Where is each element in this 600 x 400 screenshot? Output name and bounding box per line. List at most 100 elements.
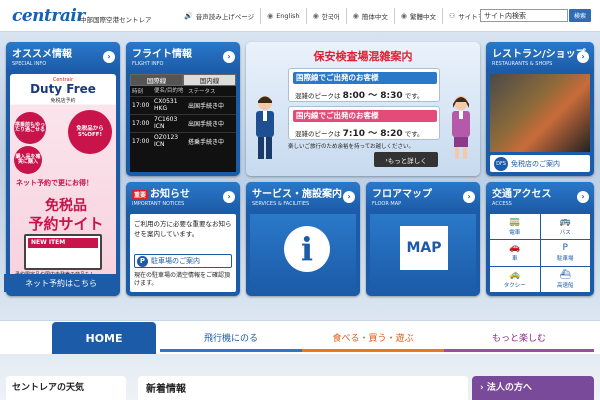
arrow-right-icon: › bbox=[103, 51, 115, 63]
panel-title: 交通アクセス bbox=[492, 189, 552, 200]
utility-links: 🔊 音声読み上げページ ◉ English ◉ 한국어 ◉ 簡体中文 ◉ 繁體中文 ⚇ サイ… bbox=[178, 6, 503, 26]
notices-panel: 重要 お知らせ IMPORTANT NOTICES › ご利用の方に必要な重要なお… bbox=[126, 182, 240, 296]
nav-fly[interactable]: 飛行機にのる bbox=[160, 326, 302, 352]
util-label: 한국어 bbox=[321, 13, 340, 21]
flight-number: 7C1603 ICN bbox=[154, 115, 178, 130]
util-korean[interactable]: ◉ 한국어 bbox=[305, 8, 346, 24]
col-time: 時刻 bbox=[132, 89, 144, 95]
panel-title: サービス・施設案内 bbox=[252, 189, 342, 200]
peak-prefix: 混雑のピークは bbox=[295, 130, 341, 138]
notices-header[interactable]: 重要 お知らせ IMPORTANT NOTICES › bbox=[126, 182, 240, 212]
df-subtitle: 免税店予約 bbox=[50, 98, 76, 104]
security-congestion-banner[interactable]: 保安検査場混雑案内 国際線でご出発のお客様 混雑のピークは 8:00 ～ 8:3… bbox=[246, 42, 480, 176]
logo-subtitle: 中部国際空港セントレア bbox=[80, 16, 152, 24]
sitemap-icon: ⚇ bbox=[448, 12, 456, 20]
flight-time: 17:00 bbox=[132, 138, 150, 145]
access-taxi[interactable]: 🚕 タクシー bbox=[490, 266, 540, 292]
floor-map-header[interactable]: フロアマップ FLOOR MAP › bbox=[366, 182, 480, 212]
util-label: 音声読み上げページ bbox=[195, 13, 255, 21]
panel-subtitle: SPECIAL INFO bbox=[12, 61, 47, 67]
panel-subtitle: SERVICES & FACILITIES bbox=[252, 201, 310, 207]
flight-table-header: 時刻 便名/目的地 ステータス bbox=[130, 86, 236, 96]
panel-subtitle: ACCESS bbox=[492, 201, 512, 207]
access-label: 車 bbox=[511, 256, 518, 263]
flight-board: 国際線 国内線 時刻 便名/目的地 ステータス 17:00 CX0531 HKG… bbox=[130, 74, 236, 172]
map-icon: MAP bbox=[400, 226, 448, 270]
df-net-text: ネット予約で更にお得！ bbox=[16, 179, 93, 187]
access-ferry[interactable]: ⛴ 高速船 bbox=[540, 266, 590, 292]
access-car[interactable]: 🚗 車 bbox=[490, 240, 540, 266]
df-big-title-1: 免税品 bbox=[45, 198, 87, 214]
panel-title: フロアマップ bbox=[372, 189, 432, 200]
arrow-right-icon: › bbox=[343, 191, 355, 203]
parking-icon: P bbox=[562, 243, 568, 254]
parking-info-button[interactable]: P 駐車場のご案内 bbox=[134, 254, 232, 268]
laptop-image: NEW ITEM bbox=[24, 234, 102, 270]
access-bus[interactable]: 🚌 バス bbox=[540, 214, 590, 240]
international-congestion: 国際線でご出発のお客様 混雑のピークは 8:00 ～ 8:30 です。 bbox=[288, 68, 440, 102]
floor-map-panel[interactable]: フロアマップ FLOOR MAP › MAP bbox=[366, 182, 480, 296]
util-english[interactable]: ◉ English bbox=[260, 8, 306, 24]
speaker-icon: 🔊 bbox=[184, 12, 193, 20]
nav-eat-shop-play[interactable]: 食べる・買う・遊ぶ bbox=[302, 326, 444, 352]
util-traditional-chinese[interactable]: ◉ 繁體中文 bbox=[393, 8, 442, 24]
duty-free-guide-button[interactable]: DFS 免税店のご案内 bbox=[490, 155, 590, 172]
flight-info-header[interactable]: フライト情報 FLIGHT INFO › bbox=[126, 42, 240, 72]
new-item-label: NEW ITEM bbox=[28, 238, 98, 248]
weather-section-title: セントレアの天気 bbox=[6, 376, 126, 400]
restaurants-header[interactable]: レストラン/ショップ RESTAURANTS & SHOPS › bbox=[486, 42, 594, 72]
util-label: 繁體中文 bbox=[409, 13, 436, 21]
duty-free-reserve-button[interactable]: ネット予約はこちら bbox=[4, 274, 118, 292]
access-train[interactable]: 🚃 電車 bbox=[490, 214, 540, 240]
panel-title: オススメ情報 bbox=[12, 49, 72, 60]
access-label: バス bbox=[559, 230, 571, 237]
table-row[interactable]: 17:00 OZ0123 ICN 搭乗手続き中 bbox=[130, 132, 236, 150]
services-icon-area[interactable]: i bbox=[250, 214, 356, 292]
panel-title: レストラン/ショップ bbox=[492, 49, 586, 60]
floor-map-icon-area[interactable]: MAP bbox=[370, 214, 476, 292]
special-info-panel: オススメ情報 SPECIAL INFO Centrair Duty Free 免… bbox=[6, 42, 120, 296]
peak-suffix: です。 bbox=[404, 130, 424, 138]
services-header[interactable]: サービス・施設案内 SERVICES & FACILITIES › bbox=[246, 182, 360, 212]
button-label: 免税店のご案内 bbox=[511, 159, 560, 168]
access-header[interactable]: 交通アクセス ACCESS › bbox=[486, 182, 594, 212]
df-title: Duty Free bbox=[30, 82, 96, 96]
services-panel[interactable]: サービス・施設案内 SERVICES & FACILITIES › i bbox=[246, 182, 360, 296]
more-details-button[interactable]: › もっと詳しく bbox=[374, 152, 438, 167]
notices-text: ご利用の方に必要な重要なお知らせを案内しています。 bbox=[134, 220, 232, 238]
panel-subtitle: FLIGHT INFO bbox=[132, 61, 164, 67]
hero-title: 保安検査場混雑案内 bbox=[313, 50, 413, 63]
util-simplified-chinese[interactable]: ◉ 簡体中文 bbox=[345, 8, 394, 24]
panel-subtitle: RESTAURANTS & SHOPS bbox=[492, 61, 553, 67]
arrow-right-icon: › bbox=[577, 51, 589, 63]
table-row[interactable]: 17:00 CX0531 HKG 出国手続き中 bbox=[130, 96, 236, 114]
flight-status: 出国手続き中 bbox=[188, 103, 225, 110]
access-parking[interactable]: P 駐車場 bbox=[540, 240, 590, 266]
duty-free-banner[interactable]: Centrair Duty Free 免税店予約 搭乗前もゆったり過ごせる 免税… bbox=[10, 74, 116, 292]
table-row[interactable]: 17:00 7C1603 ICN 出国手続き中 bbox=[130, 114, 236, 132]
parking-icon: P bbox=[137, 255, 148, 267]
util-speech[interactable]: 🔊 音声読み上げページ bbox=[178, 8, 260, 24]
search-button[interactable]: 検索 bbox=[569, 9, 591, 22]
corporate-link[interactable]: › 法人の方へ bbox=[472, 376, 594, 400]
restaurant-photo[interactable] bbox=[490, 74, 590, 152]
peak-suffix: です。 bbox=[404, 92, 424, 100]
globe-icon: ◉ bbox=[352, 12, 359, 20]
tab-domestic[interactable]: 国内線 bbox=[183, 74, 236, 86]
flight-number: OZ0123 ICN bbox=[154, 133, 179, 148]
nav-enjoy-more[interactable]: もっと楽しむ bbox=[444, 326, 594, 352]
nav-home[interactable]: HOME bbox=[52, 322, 156, 354]
parking-text: 現在の駐車場の満空情報をご確認頂けます。 bbox=[134, 272, 231, 288]
panel-subtitle: FLOOR MAP bbox=[372, 201, 402, 207]
access-label: 高速船 bbox=[556, 282, 574, 289]
col-status: ステータス bbox=[188, 89, 216, 95]
button-label: もっと詳しく bbox=[387, 156, 427, 165]
search-input[interactable] bbox=[480, 9, 568, 22]
globe-icon: ◉ bbox=[267, 12, 274, 20]
col-flight: 便名/目的地 bbox=[154, 87, 184, 94]
tab-international[interactable]: 国際線 bbox=[130, 74, 183, 86]
logo[interactable]: centrair bbox=[12, 6, 85, 26]
access-label: 電車 bbox=[509, 230, 521, 237]
dom-peak-text: 混雑のピークは 7:10 ～ 8:20 です。 bbox=[295, 126, 424, 139]
bus-icon: 🚌 bbox=[559, 217, 571, 228]
